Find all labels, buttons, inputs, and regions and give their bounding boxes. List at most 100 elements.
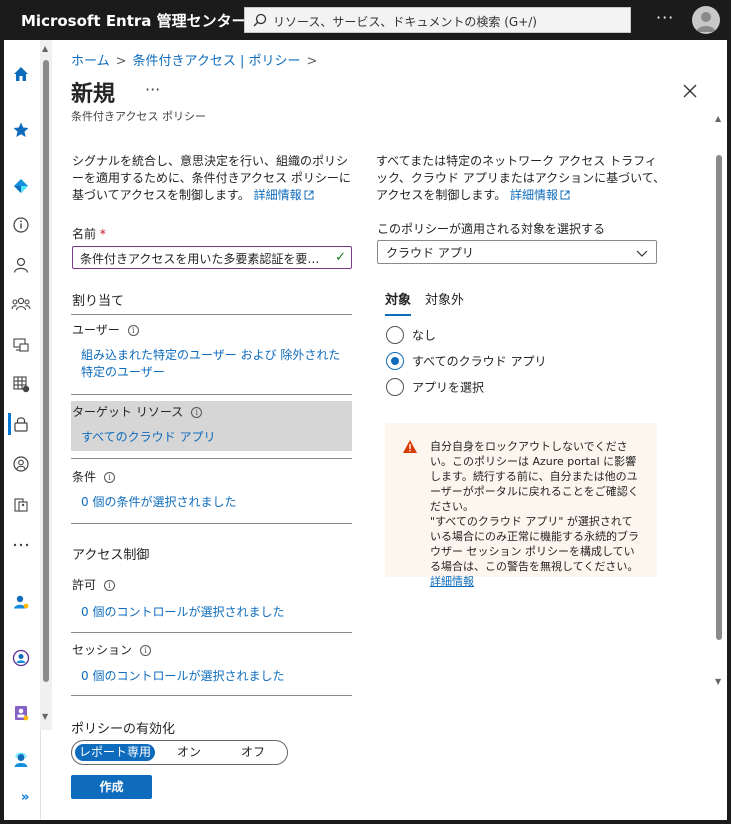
page-title: 新規: [71, 82, 116, 107]
identity-governance-icon[interactable]: [11, 454, 31, 474]
access-controls-heading: アクセス制御: [72, 548, 150, 563]
scroll-up-arrow-icon[interactable]: ▲: [42, 44, 48, 53]
learn-more-link[interactable]: 詳細情報: [510, 188, 558, 202]
top-bar: Microsoft Entra 管理センター リソース、サービス、ドキュメントの…: [0, 0, 731, 40]
avatar[interactable]: [692, 6, 720, 34]
permissions-management-icon[interactable]: [11, 703, 31, 723]
learn-support-icon[interactable]: [11, 750, 31, 770]
scroll-down-arrow-icon[interactable]: ▼: [715, 677, 721, 686]
search-icon: [253, 13, 267, 30]
users-label: ユーザー i: [72, 321, 139, 338]
radio-label: なし: [412, 328, 437, 343]
divider: [71, 314, 352, 315]
grant-label: 許可 i: [72, 576, 116, 593]
learn-more-link[interactable]: 詳細情報: [254, 188, 302, 202]
external-link-icon[interactable]: [304, 188, 314, 205]
target-description: すべてまたは特定のネットワーク アクセス トラフィック、クラウド アプリまたはア…: [376, 153, 666, 205]
divider: [71, 523, 352, 524]
search-placeholder[interactable]: リソース、サービス、ドキュメントの検索 (G+/): [273, 13, 537, 30]
conditions-value-link[interactable]: 0 個の条件が選択されました: [81, 494, 236, 511]
grant-value-link[interactable]: 0 個のコントロールが選択されました: [81, 604, 284, 621]
lock-icon[interactable]: [11, 414, 31, 434]
checkmark-icon: ✓: [335, 250, 346, 265]
radio-button-selected[interactable]: [386, 352, 404, 370]
option-on[interactable]: オン: [164, 744, 214, 761]
apply-to-value[interactable]: クラウド アプリ: [386, 246, 474, 260]
scroll-down-arrow-icon[interactable]: ▼: [42, 712, 48, 721]
warning-icon: [402, 439, 418, 458]
session-label: セッション i: [72, 641, 152, 658]
users-value-link[interactable]: 組み込まれた特定のユーザー および 除外された特定のユーザー: [81, 347, 349, 381]
target-resources-label: ターゲット リソース i: [72, 403, 203, 420]
policy-description: シグナルを統合し、意思決定を行い、組織のポリシーを適用するために、条件付きアクセ…: [72, 153, 357, 205]
policy-name-value[interactable]: 条件付きアクセスを用いた多要素認証を要求するポリシー: [80, 252, 351, 266]
breadcrumb: ホーム > 条件付きアクセス | ポリシー >: [71, 50, 323, 69]
create-button[interactable]: 作成: [71, 775, 152, 799]
info-icon[interactable]: i: [104, 580, 116, 591]
enable-policy-toggle[interactable]: レポート専用 オン オフ: [71, 740, 288, 765]
radio-button[interactable]: [386, 378, 404, 396]
info-icon[interactable]: i: [140, 645, 152, 656]
tab-exclude[interactable]: 対象外: [425, 289, 464, 314]
home-icon[interactable]: [11, 64, 31, 84]
external-identities-icon[interactable]: [11, 495, 31, 515]
include-exclude-tabs: 対象 対象外: [385, 289, 478, 316]
blade-scroll-thumb[interactable]: [716, 155, 722, 640]
more-icon[interactable]: ···: [656, 8, 674, 27]
info-icon[interactable]: i: [104, 472, 116, 483]
warning-text: 自分自身をロックアウトしないでください。このポリシーは Azure portal…: [430, 440, 639, 573]
devices-icon[interactable]: [11, 335, 31, 355]
entra-diamond-icon[interactable]: [11, 176, 31, 196]
radio-select-apps[interactable]: アプリを選択: [386, 378, 484, 396]
footer: ポリシーの有効化 レポート専用 オン オフ 作成: [52, 700, 727, 820]
tab-include[interactable]: 対象: [385, 289, 412, 316]
title-more-icon[interactable]: ···: [145, 80, 160, 99]
expand-rail-icon[interactable]: »: [21, 790, 29, 805]
radio-label: すべてのクラウド アプリ: [412, 354, 547, 369]
divider: [71, 695, 352, 696]
breadcrumb-home[interactable]: ホーム: [71, 54, 110, 69]
assignments-heading: 割り当て: [72, 294, 125, 309]
close-icon[interactable]: [683, 82, 697, 103]
radio-button[interactable]: [386, 326, 404, 344]
session-value-link[interactable]: 0 個のコントロールが選択されました: [81, 668, 284, 685]
apply-to-dropdown[interactable]: クラウド アプリ: [377, 240, 657, 264]
rail-scroll-thumb[interactable]: [43, 60, 49, 682]
app-title[interactable]: Microsoft Entra 管理センター: [21, 10, 247, 31]
lockout-warning: 自分自身をロックアウトしないでください。このポリシーは Azure portal…: [385, 423, 657, 588]
more-services-icon[interactable]: [11, 535, 31, 555]
chevron-right-icon: >: [115, 54, 127, 69]
external-link-icon[interactable]: [560, 188, 570, 205]
option-off[interactable]: オフ: [228, 744, 278, 761]
chevron-down-icon[interactable]: [636, 247, 648, 261]
page-subtitle: 条件付きアクセス ポリシー: [71, 110, 206, 123]
warning-learn-more-link[interactable]: 詳細情報: [430, 575, 474, 588]
chevron-right-icon: >: [306, 54, 318, 69]
info-icon[interactable]: i: [191, 407, 203, 418]
divider: [71, 632, 352, 633]
divider: [71, 458, 352, 459]
breadcrumb-ca-policies[interactable]: 条件付きアクセス | ポリシー: [133, 54, 301, 69]
search-box[interactable]: リソース、サービス、ドキュメントの検索 (G+/): [244, 7, 631, 33]
rail-scrollbar[interactable]: ▲ ▼: [40, 40, 52, 730]
info-icon[interactable]: i: [127, 325, 139, 336]
applications-icon[interactable]: [11, 374, 31, 394]
policy-name-input[interactable]: 条件付きアクセスを用いた多要素認証を要求するポリシー ✓: [72, 246, 352, 269]
blade-scrollbar[interactable]: ▲ ▼: [713, 110, 725, 690]
user-settings-icon[interactable]: [11, 592, 31, 612]
radio-none[interactable]: なし: [386, 326, 436, 344]
radio-all-cloud-apps[interactable]: すべてのクラウド アプリ: [386, 352, 547, 370]
verified-id-icon[interactable]: [11, 648, 31, 668]
user-icon[interactable]: [11, 255, 31, 275]
radio-label: アプリを選択: [412, 380, 485, 395]
scroll-up-arrow-icon[interactable]: ▲: [715, 114, 721, 123]
required-mark: *: [99, 227, 106, 241]
enable-policy-label: ポリシーの有効化: [71, 722, 176, 737]
groups-icon[interactable]: [11, 294, 31, 314]
conditions-label: 条件 i: [72, 468, 116, 485]
favorites-star-icon[interactable]: [11, 120, 31, 140]
info-icon[interactable]: [11, 215, 31, 235]
portal-frame: » ▲ ▼ ホーム > 条件付きアクセス | ポリシー > 新規 ··· 条件付きアク…: [4, 40, 727, 820]
option-report-only[interactable]: レポート専用: [75, 744, 155, 761]
target-resources-value-link[interactable]: すべてのクラウド アプリ: [81, 429, 216, 446]
